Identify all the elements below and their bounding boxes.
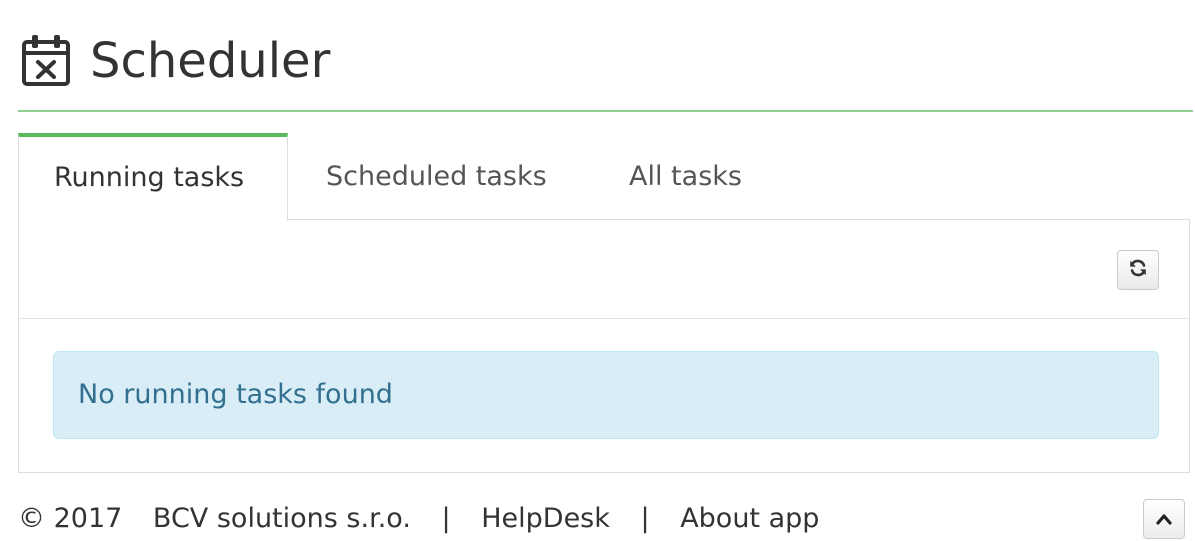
- page-header: Scheduler: [18, 22, 1193, 112]
- page: Scheduler Running tasks Scheduled tasks …: [0, 0, 1195, 541]
- task-tabs: Running tasks Scheduled tasks All tasks: [18, 133, 1190, 221]
- footer-separator: |: [441, 503, 451, 534]
- copyright-year: 2017: [53, 503, 123, 534]
- helpdesk-link[interactable]: HelpDesk: [481, 503, 610, 534]
- tab-all-tasks[interactable]: All tasks: [629, 133, 742, 220]
- refresh-icon: [1128, 258, 1148, 282]
- tab-running-tasks[interactable]: Running tasks: [18, 133, 288, 221]
- about-app-link[interactable]: About app: [680, 503, 819, 534]
- company-name: BCV solutions s.r.o.: [152, 503, 411, 534]
- copyright-symbol: ©: [18, 503, 45, 534]
- footer-separator: |: [640, 503, 650, 534]
- scroll-top-button[interactable]: [1143, 499, 1185, 539]
- chevron-up-icon: [1156, 510, 1172, 529]
- panel-toolbar: [19, 220, 1189, 319]
- tab-panel: No running tasks found: [18, 219, 1190, 473]
- calendar-times-icon: [20, 32, 72, 88]
- page-footer: © 2017 BCV solutions s.r.o. | HelpDesk |…: [18, 497, 819, 541]
- tab-scheduled-tasks[interactable]: Scheduled tasks: [326, 133, 547, 220]
- page-title: Scheduler: [90, 33, 331, 89]
- info-alert: No running tasks found: [53, 351, 1159, 439]
- refresh-button[interactable]: [1117, 250, 1159, 290]
